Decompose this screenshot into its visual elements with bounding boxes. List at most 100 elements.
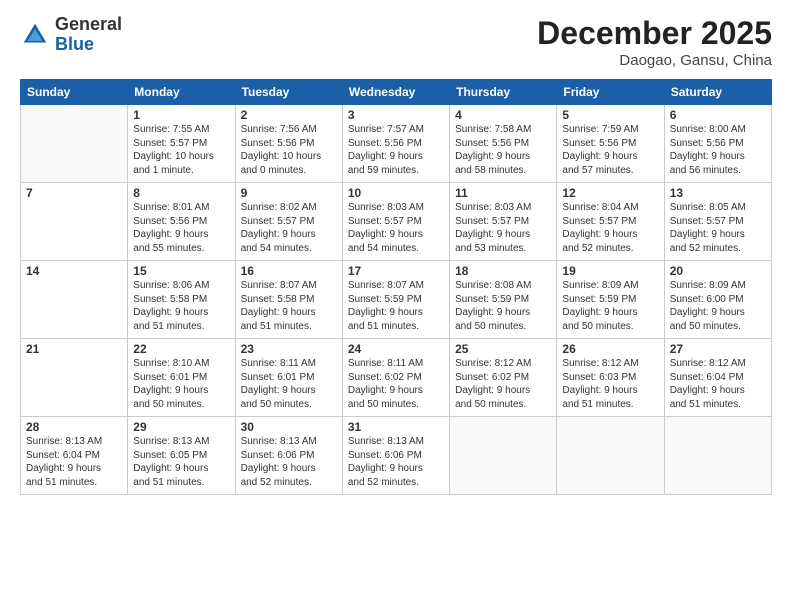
day-number: 30 xyxy=(241,420,337,434)
calendar-cell: 27Sunrise: 8:12 AMSunset: 6:04 PMDayligh… xyxy=(664,339,771,417)
day-number: 5 xyxy=(562,108,658,122)
calendar-cell xyxy=(557,417,664,495)
logo-icon xyxy=(20,20,50,50)
calendar-cell: 15Sunrise: 8:06 AMSunset: 5:58 PMDayligh… xyxy=(128,261,235,339)
calendar-cell: 30Sunrise: 8:13 AMSunset: 6:06 PMDayligh… xyxy=(235,417,342,495)
page: General Blue December 2025 Daogao, Gansu… xyxy=(0,0,792,612)
calendar-week-1: 78Sunrise: 8:01 AMSunset: 5:56 PMDayligh… xyxy=(21,183,772,261)
calendar-header-row: SundayMondayTuesdayWednesdayThursdayFrid… xyxy=(21,80,772,105)
day-info: Sunrise: 8:13 AMSunset: 6:05 PMDaylight:… xyxy=(133,435,229,489)
calendar-cell: 10Sunrise: 8:03 AMSunset: 5:57 PMDayligh… xyxy=(342,183,449,261)
day-info: Sunrise: 8:00 AMSunset: 5:56 PMDaylight:… xyxy=(670,123,766,177)
calendar-week-4: 28Sunrise: 8:13 AMSunset: 6:04 PMDayligh… xyxy=(21,417,772,495)
calendar-cell: 16Sunrise: 8:07 AMSunset: 5:58 PMDayligh… xyxy=(235,261,342,339)
calendar-header-thursday: Thursday xyxy=(450,80,557,105)
day-info: Sunrise: 8:07 AMSunset: 5:59 PMDaylight:… xyxy=(348,279,444,333)
day-info: Sunrise: 8:03 AMSunset: 5:57 PMDaylight:… xyxy=(348,201,444,255)
calendar-cell: 6Sunrise: 8:00 AMSunset: 5:56 PMDaylight… xyxy=(664,105,771,183)
day-info: Sunrise: 8:06 AMSunset: 5:58 PMDaylight:… xyxy=(133,279,229,333)
day-info: Sunrise: 8:11 AMSunset: 6:02 PMDaylight:… xyxy=(348,357,444,411)
day-number: 12 xyxy=(562,186,658,200)
calendar-header-saturday: Saturday xyxy=(664,80,771,105)
calendar-cell xyxy=(450,417,557,495)
calendar-cell: 18Sunrise: 8:08 AMSunset: 5:59 PMDayligh… xyxy=(450,261,557,339)
calendar-cell: 29Sunrise: 8:13 AMSunset: 6:05 PMDayligh… xyxy=(128,417,235,495)
day-number: 16 xyxy=(241,264,337,278)
calendar-cell: 19Sunrise: 8:09 AMSunset: 5:59 PMDayligh… xyxy=(557,261,664,339)
day-number: 2 xyxy=(241,108,337,122)
day-number: 8 xyxy=(133,186,229,200)
logo-general: General xyxy=(55,15,122,35)
calendar-cell: 26Sunrise: 8:12 AMSunset: 6:03 PMDayligh… xyxy=(557,339,664,417)
month-title: December 2025 xyxy=(537,15,772,52)
calendar-cell: 22Sunrise: 8:10 AMSunset: 6:01 PMDayligh… xyxy=(128,339,235,417)
calendar-header-wednesday: Wednesday xyxy=(342,80,449,105)
day-number: 22 xyxy=(133,342,229,356)
day-number: 31 xyxy=(348,420,444,434)
calendar-cell: 20Sunrise: 8:09 AMSunset: 6:00 PMDayligh… xyxy=(664,261,771,339)
day-number: 27 xyxy=(670,342,766,356)
calendar-cell xyxy=(664,417,771,495)
calendar-header-friday: Friday xyxy=(557,80,664,105)
day-info: Sunrise: 8:02 AMSunset: 5:57 PMDaylight:… xyxy=(241,201,337,255)
header: General Blue December 2025 Daogao, Gansu… xyxy=(20,15,772,69)
calendar-cell: 11Sunrise: 8:03 AMSunset: 5:57 PMDayligh… xyxy=(450,183,557,261)
day-number: 23 xyxy=(241,342,337,356)
day-number: 26 xyxy=(562,342,658,356)
calendar-header-monday: Monday xyxy=(128,80,235,105)
day-number: 19 xyxy=(562,264,658,278)
calendar-cell: 21 xyxy=(21,339,128,417)
calendar-cell: 3Sunrise: 7:57 AMSunset: 5:56 PMDaylight… xyxy=(342,105,449,183)
calendar-table: SundayMondayTuesdayWednesdayThursdayFrid… xyxy=(20,79,772,495)
day-number: 10 xyxy=(348,186,444,200)
day-number: 24 xyxy=(348,342,444,356)
day-info: Sunrise: 8:04 AMSunset: 5:57 PMDaylight:… xyxy=(562,201,658,255)
calendar-cell: 25Sunrise: 8:12 AMSunset: 6:02 PMDayligh… xyxy=(450,339,557,417)
day-number: 25 xyxy=(455,342,551,356)
day-info: Sunrise: 7:59 AMSunset: 5:56 PMDaylight:… xyxy=(562,123,658,177)
calendar-header-sunday: Sunday xyxy=(21,80,128,105)
day-info: Sunrise: 8:13 AMSunset: 6:06 PMDaylight:… xyxy=(348,435,444,489)
day-number: 28 xyxy=(26,420,122,434)
day-info: Sunrise: 8:11 AMSunset: 6:01 PMDaylight:… xyxy=(241,357,337,411)
calendar-cell: 8Sunrise: 8:01 AMSunset: 5:56 PMDaylight… xyxy=(128,183,235,261)
day-number: 1 xyxy=(133,108,229,122)
day-number: 7 xyxy=(26,186,122,200)
calendar-cell: 9Sunrise: 8:02 AMSunset: 5:57 PMDaylight… xyxy=(235,183,342,261)
day-info: Sunrise: 7:56 AMSunset: 5:56 PMDaylight:… xyxy=(241,123,337,177)
calendar-cell: 13Sunrise: 8:05 AMSunset: 5:57 PMDayligh… xyxy=(664,183,771,261)
calendar-week-0: 1Sunrise: 7:55 AMSunset: 5:57 PMDaylight… xyxy=(21,105,772,183)
day-number: 18 xyxy=(455,264,551,278)
day-info: Sunrise: 8:07 AMSunset: 5:58 PMDaylight:… xyxy=(241,279,337,333)
day-number: 20 xyxy=(670,264,766,278)
calendar-cell: 14 xyxy=(21,261,128,339)
day-number: 17 xyxy=(348,264,444,278)
day-number: 4 xyxy=(455,108,551,122)
calendar-cell: 28Sunrise: 8:13 AMSunset: 6:04 PMDayligh… xyxy=(21,417,128,495)
day-number: 13 xyxy=(670,186,766,200)
day-info: Sunrise: 8:09 AMSunset: 6:00 PMDaylight:… xyxy=(670,279,766,333)
calendar-cell: 5Sunrise: 7:59 AMSunset: 5:56 PMDaylight… xyxy=(557,105,664,183)
calendar-cell: 23Sunrise: 8:11 AMSunset: 6:01 PMDayligh… xyxy=(235,339,342,417)
calendar-cell xyxy=(21,105,128,183)
calendar-header-tuesday: Tuesday xyxy=(235,80,342,105)
day-number: 15 xyxy=(133,264,229,278)
day-number: 6 xyxy=(670,108,766,122)
day-info: Sunrise: 8:08 AMSunset: 5:59 PMDaylight:… xyxy=(455,279,551,333)
calendar-cell: 31Sunrise: 8:13 AMSunset: 6:06 PMDayligh… xyxy=(342,417,449,495)
day-info: Sunrise: 7:58 AMSunset: 5:56 PMDaylight:… xyxy=(455,123,551,177)
calendar-cell: 7 xyxy=(21,183,128,261)
day-info: Sunrise: 8:13 AMSunset: 6:04 PMDaylight:… xyxy=(26,435,122,489)
calendar-cell: 1Sunrise: 7:55 AMSunset: 5:57 PMDaylight… xyxy=(128,105,235,183)
day-number: 11 xyxy=(455,186,551,200)
day-info: Sunrise: 8:12 AMSunset: 6:02 PMDaylight:… xyxy=(455,357,551,411)
day-info: Sunrise: 8:01 AMSunset: 5:56 PMDaylight:… xyxy=(133,201,229,255)
day-info: Sunrise: 8:09 AMSunset: 5:59 PMDaylight:… xyxy=(562,279,658,333)
day-info: Sunrise: 8:03 AMSunset: 5:57 PMDaylight:… xyxy=(455,201,551,255)
day-info: Sunrise: 8:10 AMSunset: 6:01 PMDaylight:… xyxy=(133,357,229,411)
day-info: Sunrise: 8:13 AMSunset: 6:06 PMDaylight:… xyxy=(241,435,337,489)
title-section: December 2025 Daogao, Gansu, China xyxy=(537,15,772,69)
calendar-cell: 4Sunrise: 7:58 AMSunset: 5:56 PMDaylight… xyxy=(450,105,557,183)
calendar-week-2: 1415Sunrise: 8:06 AMSunset: 5:58 PMDayli… xyxy=(21,261,772,339)
logo: General Blue xyxy=(20,15,122,55)
